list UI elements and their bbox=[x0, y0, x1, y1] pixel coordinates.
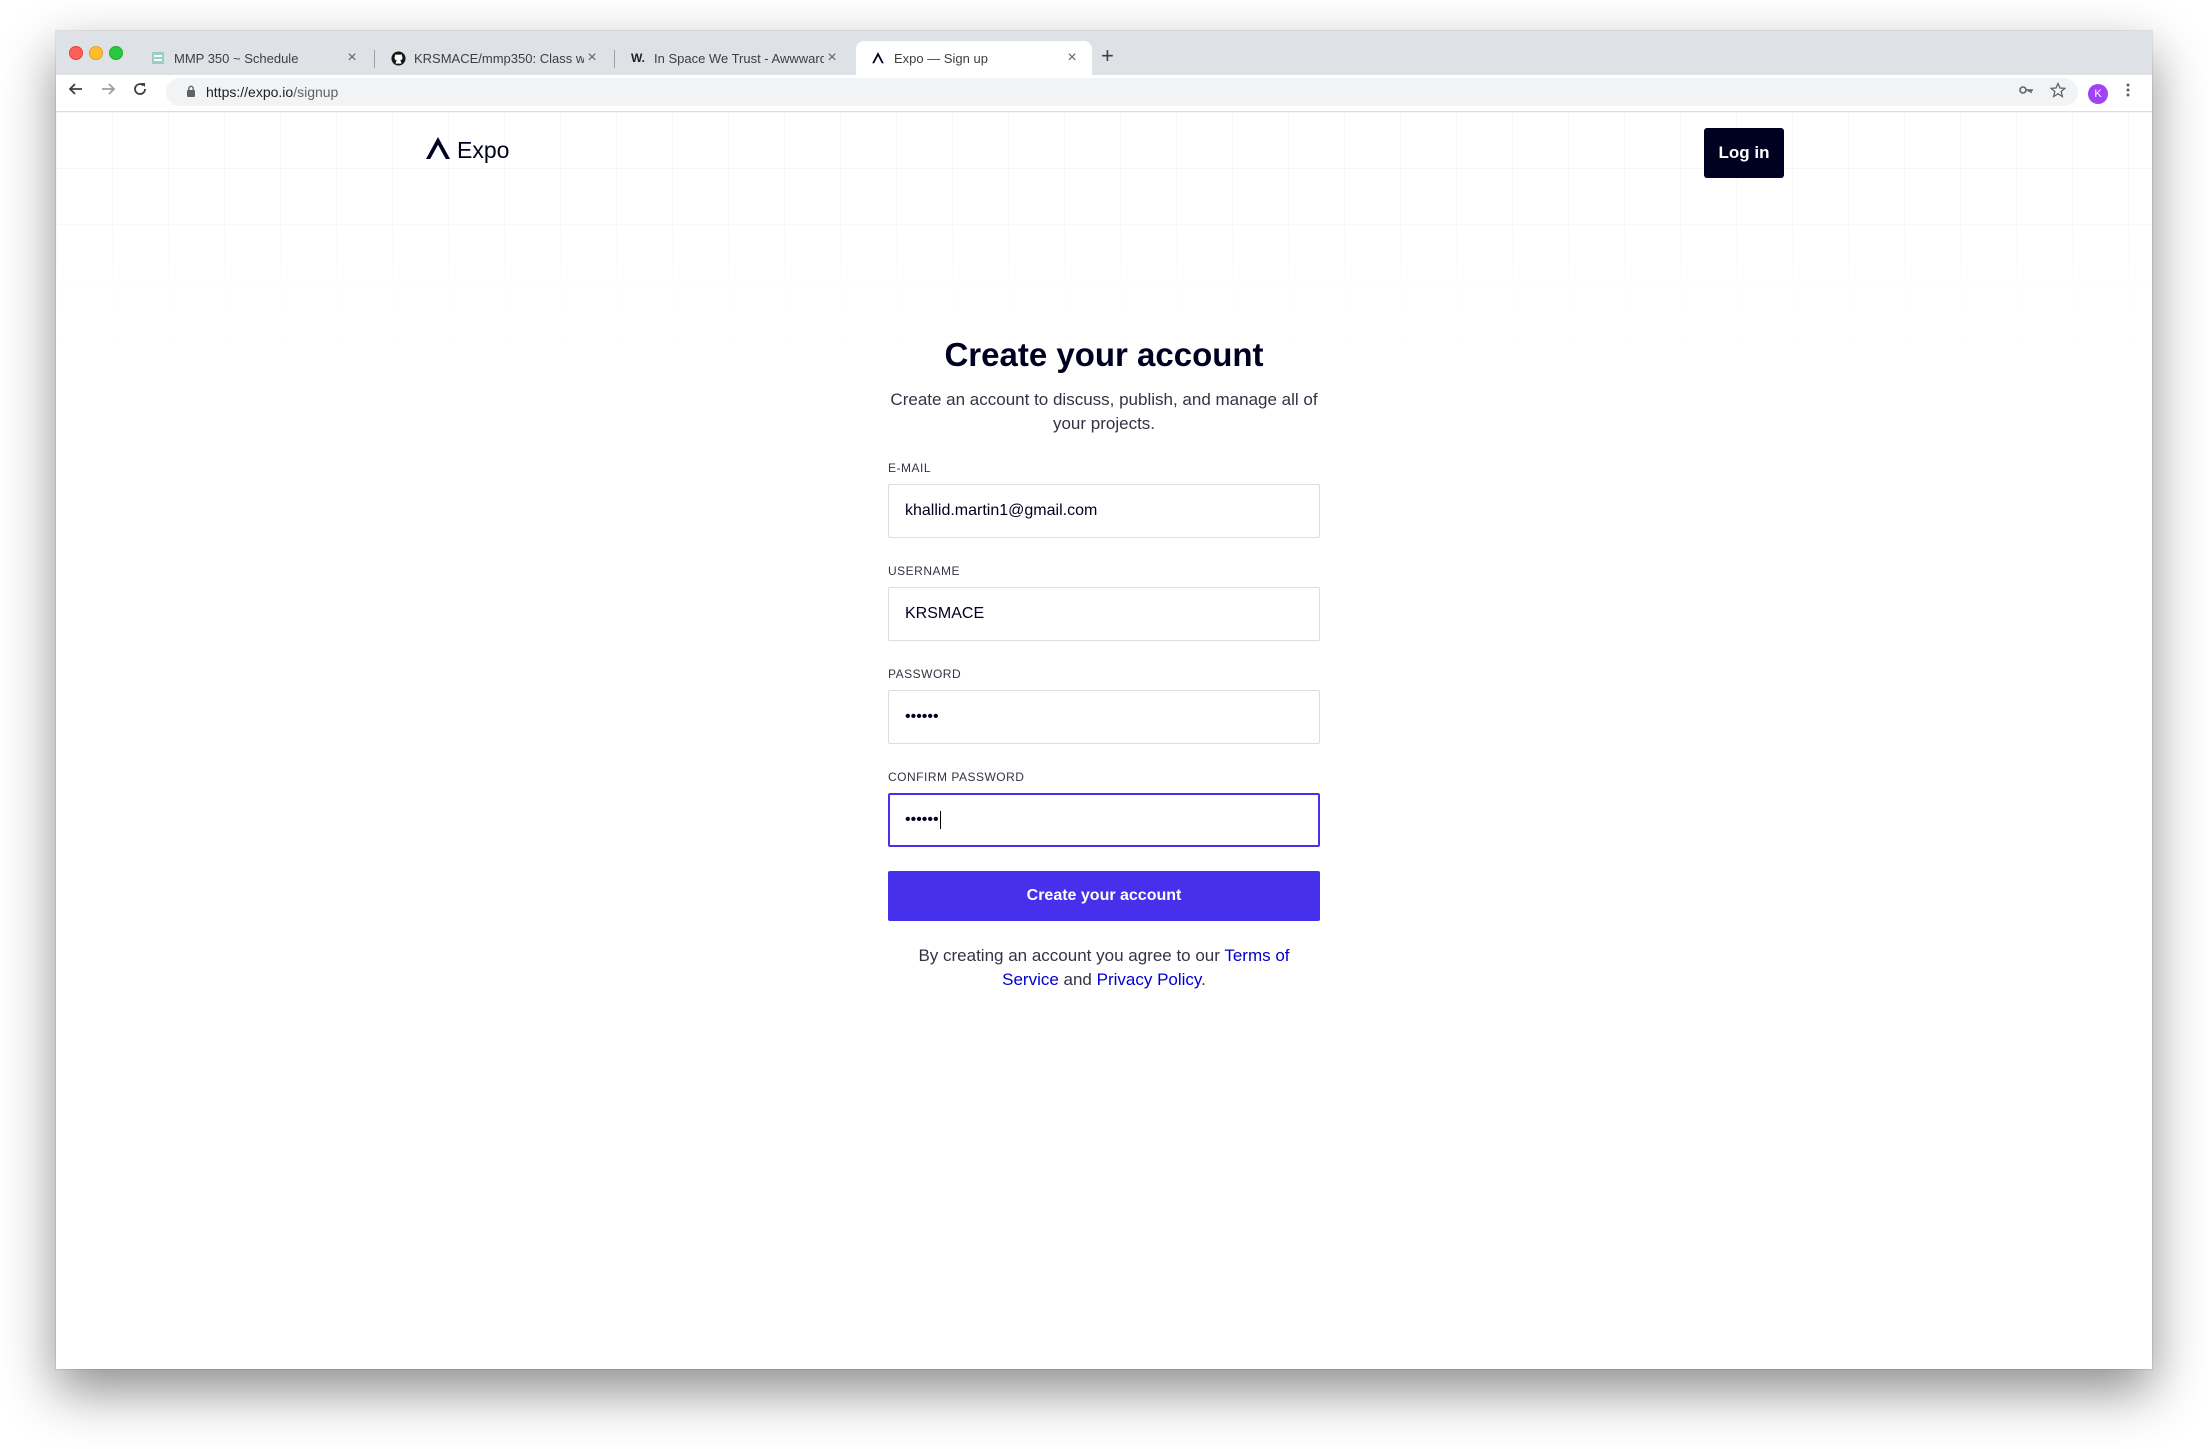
minimize-window-button[interactable] bbox=[89, 46, 103, 60]
reload-icon[interactable] bbox=[132, 81, 148, 102]
menu-dots-icon[interactable] bbox=[2126, 82, 2130, 102]
browser-window: MMP 350 ~ Schedule × KRSMACE/mmp350: Cla… bbox=[56, 31, 2152, 1369]
expo-logo-icon bbox=[425, 136, 451, 165]
password-label: PASSWORD bbox=[888, 667, 962, 681]
email-field[interactable]: khallid.martin1@gmail.com bbox=[888, 484, 1320, 538]
username-value: KRSMACE bbox=[905, 605, 985, 622]
tab-expo-signup[interactable]: Expo — Sign up × bbox=[856, 41, 1092, 75]
legal-and: and bbox=[1058, 970, 1097, 989]
confirm-password-label: CONFIRM PASSWORD bbox=[888, 770, 1025, 784]
confirm-password-value: •••••• bbox=[905, 811, 939, 828]
browser-toolbar: https://expo.io/signup K bbox=[56, 75, 2152, 112]
lock-icon bbox=[186, 85, 196, 100]
back-arrow-icon[interactable] bbox=[68, 81, 84, 102]
page-content: Expo Log in Create your account Create a… bbox=[56, 112, 2152, 1369]
password-value: •••••• bbox=[905, 708, 939, 725]
new-tab-button[interactable]: + bbox=[1101, 43, 1114, 69]
email-label: E-MAIL bbox=[888, 461, 932, 475]
tab-close-icon[interactable]: × bbox=[584, 49, 600, 67]
tab-strip: MMP 350 ~ Schedule × KRSMACE/mmp350: Cla… bbox=[56, 31, 2152, 75]
grid-background bbox=[56, 112, 2152, 352]
legal-prefix: By creating an account you agree to our bbox=[918, 946, 1225, 965]
tab-mmp-schedule[interactable]: MMP 350 ~ Schedule × bbox=[136, 41, 372, 75]
login-button[interactable]: Log in bbox=[1704, 128, 1784, 178]
text-caret bbox=[939, 811, 941, 829]
username-label: USERNAME bbox=[888, 564, 961, 578]
create-account-button[interactable]: Create your account bbox=[888, 871, 1320, 921]
email-value: khallid.martin1@gmail.com bbox=[905, 502, 1098, 519]
url-host: expo.io bbox=[248, 84, 294, 100]
tab-close-icon[interactable]: × bbox=[824, 49, 840, 67]
maximize-window-button[interactable] bbox=[109, 46, 123, 60]
tab-title: MMP 350 ~ Schedule bbox=[174, 50, 299, 66]
url-protocol: https:// bbox=[206, 84, 249, 100]
form-subtitle: Create an account to discuss, publish, a… bbox=[890, 390, 1318, 433]
mmp-favicon-icon bbox=[150, 50, 166, 66]
address-bar[interactable]: https://expo.io/signup bbox=[166, 78, 2078, 106]
close-window-button[interactable] bbox=[69, 46, 83, 60]
signup-form: Create your account Create an account to… bbox=[888, 336, 1320, 992]
tab-awwwards[interactable]: W. In Space We Trust - Awwwards × bbox=[616, 41, 852, 75]
confirm-password-field[interactable]: •••••• bbox=[888, 793, 1320, 847]
tab-close-icon[interactable]: × bbox=[1064, 49, 1080, 67]
tab-github-repo[interactable]: KRSMACE/mmp350: Class wor × bbox=[376, 41, 612, 75]
tab-title: Expo — Sign up bbox=[894, 50, 988, 66]
tab-close-icon[interactable]: × bbox=[344, 49, 360, 67]
privacy-policy-link[interactable]: Privacy Policy bbox=[1097, 970, 1202, 989]
logo-text: Expo bbox=[457, 137, 510, 163]
tab-divider bbox=[614, 50, 615, 68]
awwwards-icon: W. bbox=[631, 51, 645, 65]
username-field[interactable]: KRSMACE bbox=[888, 587, 1320, 641]
expo-logo[interactable]: Expo bbox=[425, 136, 509, 165]
bookmark-star-icon[interactable] bbox=[2049, 81, 2067, 102]
tab-divider bbox=[374, 50, 375, 68]
profile-avatar[interactable]: K bbox=[2088, 84, 2108, 104]
github-icon bbox=[390, 50, 406, 66]
key-icon[interactable] bbox=[2018, 82, 2034, 102]
page-title: Create your account bbox=[944, 336, 1264, 373]
legal-notice: By creating an account you agree to our … bbox=[888, 944, 1320, 992]
forward-arrow-icon[interactable] bbox=[100, 81, 116, 102]
password-field[interactable]: •••••• bbox=[888, 690, 1320, 744]
tab-title: KRSMACE/mmp350: Class wor bbox=[414, 50, 584, 66]
legal-suffix: . bbox=[1201, 970, 1206, 989]
tab-title: In Space We Trust - Awwwards bbox=[654, 50, 824, 66]
url-path: /signup bbox=[293, 84, 339, 100]
expo-icon bbox=[870, 50, 886, 66]
